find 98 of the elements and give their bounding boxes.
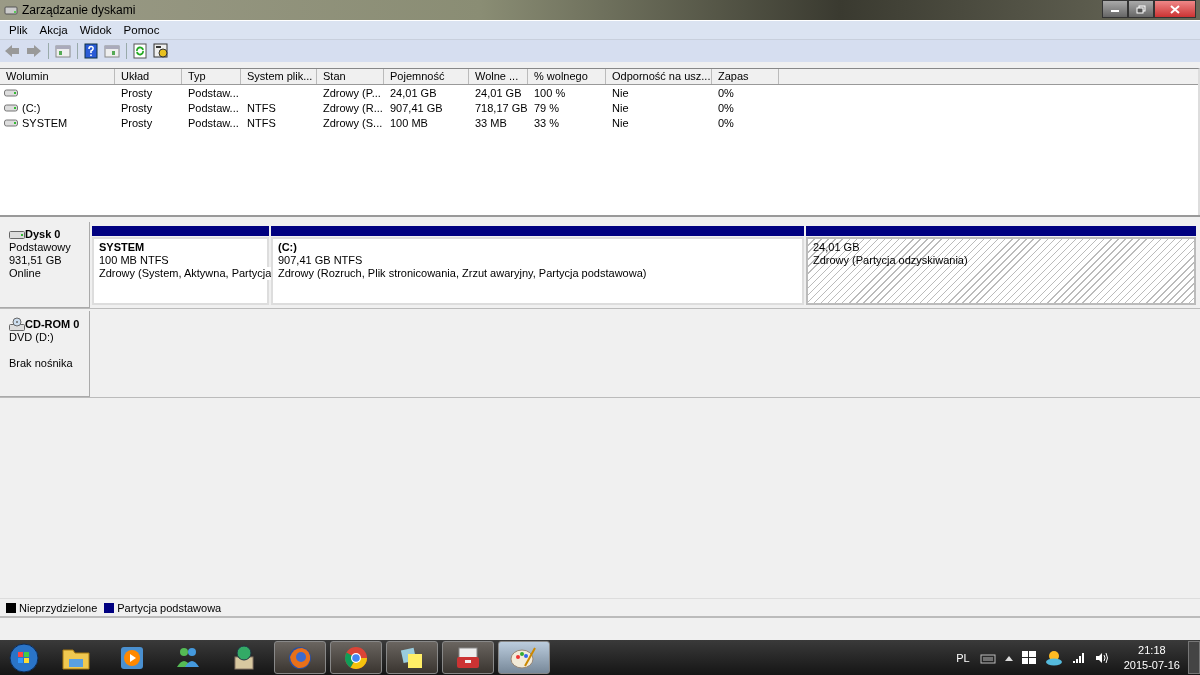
partition-status: Zdrowy (Partycja odzyskiwania)	[813, 254, 968, 267]
column-header[interactable]: Zapas	[712, 69, 779, 84]
restore-icon	[1136, 4, 1146, 14]
partition-name: SYSTEM	[99, 241, 145, 254]
column-header[interactable]: Wolne ...	[469, 69, 528, 84]
start-orb-icon	[9, 642, 39, 673]
column-header[interactable]: Typ	[182, 69, 241, 84]
table-cell-text: 33 MB	[474, 116, 508, 129]
table-cell-text: Nie	[611, 101, 630, 114]
table-cell: (C:)	[22, 101, 41, 114]
signal-icon[interactable]	[1071, 651, 1086, 664]
table-cell-text: 907,41 GB	[389, 101, 444, 114]
table-cell-text: 33 %	[533, 116, 561, 129]
table-cell-text: 79 %	[533, 101, 561, 114]
drive-icon	[4, 118, 18, 127]
table-cell-text: Zdrowy (S...	[322, 116, 384, 129]
partition-block[interactable]: 24,01 GB Zdrowy (Partycja odzyskiwania)	[806, 237, 1196, 305]
table-cell-text: Podstaw...	[187, 101, 240, 114]
properties-icon[interactable]	[153, 43, 169, 59]
disk-name: CD-ROM 0	[25, 317, 80, 331]
table-cell-text: Zdrowy (P...	[322, 86, 382, 99]
close-button[interactable]	[1154, 0, 1196, 18]
partition-name: (C:)	[278, 241, 297, 254]
table-cell-text: Zdrowy (R...	[322, 101, 384, 114]
clock-time: 21:18	[1138, 642, 1166, 658]
partition-size: 24,01 GB	[813, 241, 860, 254]
table-cell-text: 0%	[717, 86, 735, 99]
menu-item[interactable]: Pomoc	[117, 24, 166, 36]
menu-item[interactable]: Widok	[73, 24, 118, 36]
partition-status: Zdrowy (System, Aktywna, Partycja	[99, 267, 272, 280]
clock[interactable]: 21:18 2015-07-16	[1123, 642, 1180, 673]
table-cell-text: Prosty	[120, 86, 154, 99]
column-header[interactable]: Układ	[115, 69, 182, 84]
legend-label: Partycja podstawowa	[117, 601, 222, 614]
partition-status: Zdrowy (Rozruch, Plik stronicowania, Zrzut awaryjny, Partycja podstawowa)	[278, 267, 647, 280]
help-icon[interactable]	[84, 43, 98, 59]
table-cell-text: 100 %	[533, 86, 567, 99]
table-cell-text: Prosty	[120, 101, 154, 114]
disk-name: Dysk 0	[25, 228, 61, 241]
play-icon	[119, 644, 145, 671]
drive-icon	[4, 103, 18, 112]
toolbox-icon	[454, 645, 482, 670]
table-cell-text: Podstaw...	[187, 86, 240, 99]
disk-detail: DVD (D:)	[9, 331, 55, 344]
refresh-icon[interactable]	[133, 43, 147, 59]
table-cell-text: 718,17 GB	[474, 101, 528, 114]
drive-icon	[4, 88, 18, 97]
minimize-button[interactable]	[1102, 0, 1128, 18]
disk-detail: Podstawowy	[9, 241, 72, 254]
taskbar-button[interactable]	[330, 641, 382, 674]
disk-status: Online	[9, 267, 42, 280]
taskbar-button[interactable]	[442, 641, 494, 674]
table-cell-text: 24,01 GB	[474, 86, 523, 99]
sun-cloud-icon[interactable]	[1044, 649, 1063, 666]
table-cell-text: Nie	[611, 86, 630, 99]
table-cell-text: 24,01 GB	[389, 86, 438, 99]
language-indicator[interactable]: PL	[956, 651, 970, 664]
table-cell: SYSTEM	[22, 116, 68, 129]
table-cell-text: 0%	[717, 116, 735, 129]
column-header[interactable]: Wolumin	[0, 69, 115, 84]
sticky-notes-icon	[399, 645, 425, 670]
table-cell-text: NTFS	[246, 116, 277, 129]
table-cell-text: 100 MB	[389, 116, 429, 129]
column-header[interactable]: Pojemność	[384, 69, 469, 84]
column-header[interactable]: System plik...	[241, 69, 317, 84]
partition-size: 907,41 GB NTFS	[278, 254, 363, 267]
restore-button[interactable]	[1128, 0, 1154, 18]
partition-block[interactable]: (C:) 907,41 GB NTFS Zdrowy (Rozruch, Plik stronicowania, Zrzut awaryjny, Partycja podstawowa)	[271, 237, 804, 305]
disk-drive-icon	[4, 3, 18, 17]
palette-icon	[510, 645, 538, 670]
flag-icon[interactable]	[1021, 651, 1036, 664]
taskbar-button[interactable]	[386, 641, 438, 674]
up-arrow-icon[interactable]	[1004, 654, 1013, 661]
disk-info-panel[interactable]: CD-ROM 0 DVD (D:) Brak nośnika	[0, 311, 90, 397]
menu-item[interactable]: Plik	[3, 24, 34, 36]
column-header[interactable]: Stan	[317, 69, 384, 84]
disk-detail: 931,51 GB	[9, 254, 63, 267]
speaker-icon[interactable]	[1094, 651, 1109, 664]
cd-drive-icon	[9, 317, 25, 331]
keyboard-icon[interactable]	[979, 651, 996, 664]
table-cell-text: Nie	[611, 116, 630, 129]
column-header[interactable]: Odporność na usz...	[606, 69, 712, 84]
table-cell-text: NTFS	[246, 101, 277, 114]
browser-icon	[287, 644, 313, 671]
window-title: Zarządzanie dyskami	[22, 3, 136, 17]
partition-block[interactable]: SYSTEM 100 MB NTFS Zdrowy (System, Aktywna, Partycja	[92, 237, 269, 305]
column-header[interactable]: % wolnego	[528, 69, 606, 84]
clock-date: 2015-07-16	[1123, 657, 1180, 673]
close-icon	[1170, 4, 1180, 14]
legend-label: Nieprzydzielone	[19, 601, 98, 614]
table-cell-text: Prosty	[120, 116, 154, 129]
disk-status: Brak nośnika	[9, 357, 74, 370]
table-cell-text: 0%	[717, 101, 735, 114]
partition-size: 100 MB NTFS	[99, 254, 169, 267]
table-cell-text: Podstaw...	[187, 116, 240, 129]
browser-icon	[343, 644, 369, 671]
disk-info-panel[interactable]: Dysk 0 Podstawowy 931,51 GB Online	[0, 222, 90, 308]
menu-item[interactable]: Akcja	[33, 24, 74, 36]
